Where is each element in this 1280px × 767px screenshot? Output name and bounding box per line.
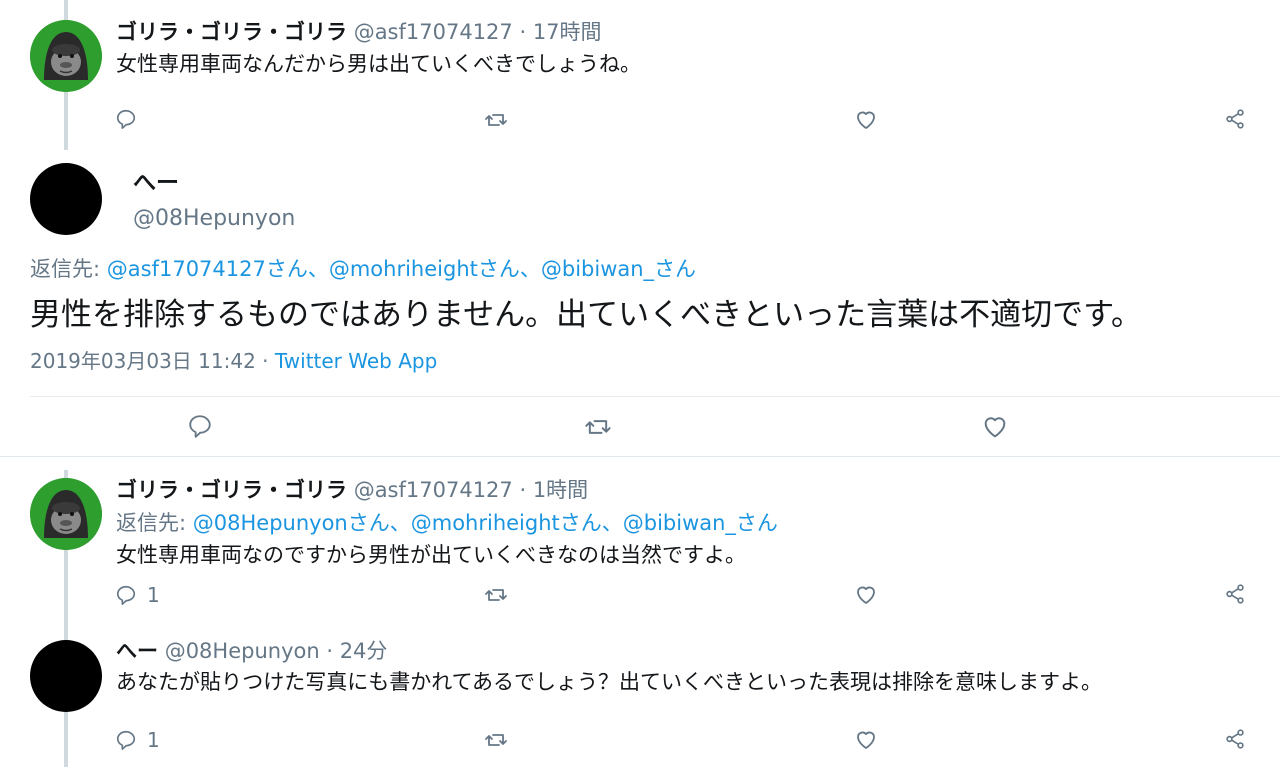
reply-to-users[interactable]: @08Hepunyonさん、@mohriheightさん、@bibiwan_さん (193, 511, 778, 535)
author-name[interactable]: ゴリラ・ゴリラ・ゴリラ (116, 478, 347, 502)
avatar-hepunyon[interactable] (30, 640, 102, 712)
tweet1-text: 女性専用車両なんだから男は出ていくべきでしょうね。 (116, 52, 641, 76)
focus-author-name[interactable]: へー (133, 168, 179, 198)
author-handle[interactable]: @08Hepunyon (165, 639, 320, 663)
reply-icon (116, 585, 136, 605)
retweet-icon (585, 420, 611, 434)
reply-prefix: 返信先: (30, 257, 101, 281)
reply-button[interactable]: 1 (115, 583, 160, 607)
tweet-time[interactable]: · 1時間 (519, 478, 588, 502)
tweet4-text: あなたが貼りつけた写真にも書かれてあるでしょう？出ていくべきといった表現は排除を… (116, 670, 1102, 694)
share-icon (1226, 109, 1244, 129)
author-name[interactable]: へー (116, 639, 158, 663)
retweet-icon (485, 114, 507, 126)
focus-meta: 2019年03月03日 11:42 · Twitter Web App (30, 346, 437, 376)
tweet-date[interactable]: 2019年03月03日 11:42 · (30, 349, 269, 373)
retweet-button[interactable] (484, 728, 508, 752)
retweet-button[interactable] (484, 108, 508, 132)
reply-to-users[interactable]: @asf17074127さん、@mohriheightさん、@bibiwan_さ… (107, 257, 696, 281)
gorilla-avatar-icon (30, 478, 102, 550)
like-button[interactable] (854, 728, 878, 752)
avatar-gorilla[interactable] (30, 478, 102, 550)
like-button[interactable] (854, 108, 878, 132)
section-separator (0, 456, 1280, 457)
reply-button[interactable]: 1 (115, 728, 160, 752)
retweet-icon (485, 734, 507, 746)
reply-count: 1 (147, 728, 160, 752)
like-icon (857, 586, 875, 604)
share-button[interactable] (1224, 108, 1246, 130)
like-icon (984, 417, 1006, 438)
avatar-hepunyon[interactable] (30, 163, 102, 235)
focus-author-handle[interactable]: @08Hepunyon (133, 204, 295, 234)
focus-reply-to: 返信先: @asf17074127さん、@mohriheightさん、@bibi… (30, 254, 696, 284)
author-handle[interactable]: @asf17074127 (354, 478, 513, 502)
share-button[interactable] (1224, 728, 1246, 750)
tweet3-reply-to: 返信先: @08Hepunyonさん、@mohriheightさん、@bibiw… (116, 509, 778, 537)
avatar-gorilla[interactable] (30, 20, 102, 92)
share-button[interactable] (1224, 583, 1246, 605)
tweet4-header: へー @08Hepunyon · 24分 (116, 637, 387, 665)
share-icon (1226, 729, 1244, 749)
gorilla-avatar-icon (30, 20, 102, 92)
reply-prefix: 返信先: (116, 511, 187, 535)
focus-text: 男性を排除するものではありません。出ていくべきといった言葉は不適切です。 (30, 297, 1142, 333)
retweet-icon (485, 589, 507, 601)
tweet-source[interactable]: Twitter Web App (275, 349, 437, 373)
focus-like-button[interactable] (981, 413, 1009, 441)
like-icon (857, 731, 875, 749)
tweet-time[interactable]: · 24分 (326, 639, 387, 663)
share-icon (1226, 584, 1244, 604)
reply-icon (116, 109, 136, 129)
reply-icon (189, 415, 211, 438)
retweet-button[interactable] (484, 583, 508, 607)
reply-button[interactable] (115, 108, 137, 130)
tweet3-header: ゴリラ・ゴリラ・ゴリラ @asf17074127 · 1時間 (116, 476, 588, 504)
tweet1-header: ゴリラ・ゴリラ・ゴリラ @asf17074127 · 17時間 (116, 18, 602, 46)
focus-divider (30, 396, 1280, 397)
focus-reply-button[interactable] (187, 413, 213, 439)
tweet3-text: 女性専用車両なのですから男性が出ていくべきなのは当然ですよ。 (116, 543, 746, 567)
author-name[interactable]: ゴリラ・ゴリラ・ゴリラ (116, 20, 347, 44)
like-button[interactable] (854, 583, 878, 607)
tweet-time[interactable]: · 17時間 (519, 20, 601, 44)
like-icon (857, 111, 875, 129)
reply-icon (116, 730, 136, 750)
reply-count: 1 (147, 583, 160, 607)
author-handle[interactable]: @asf17074127 (354, 20, 513, 44)
focus-retweet-button[interactable] (584, 413, 612, 441)
